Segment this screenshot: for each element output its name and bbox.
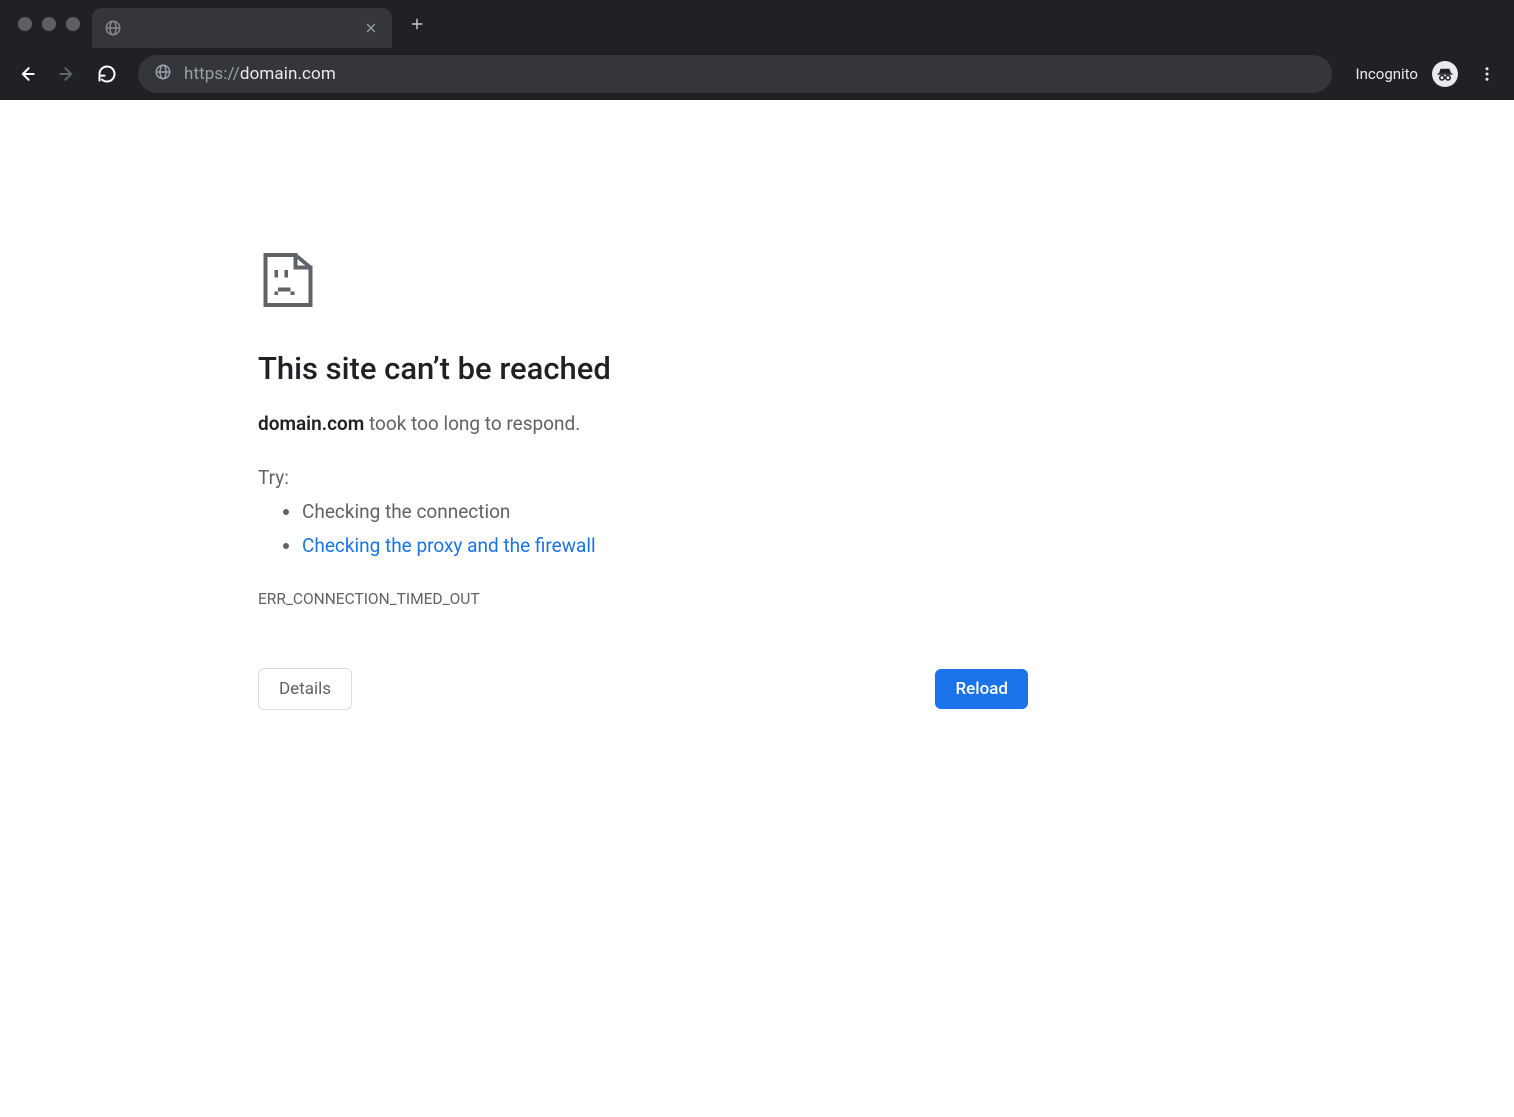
button-row: Details Reload: [258, 668, 1028, 710]
toolbar: https://domain.com Incognito: [0, 48, 1514, 100]
incognito-icon[interactable]: [1432, 61, 1458, 87]
details-button[interactable]: Details: [258, 668, 352, 710]
reload-button[interactable]: [90, 57, 124, 91]
try-label: Try:: [258, 466, 1028, 489]
reload-page-button[interactable]: Reload: [935, 669, 1028, 709]
window-maximize-button[interactable]: [66, 17, 80, 31]
error-host: domain.com: [258, 412, 364, 435]
url-text: https://domain.com: [184, 64, 336, 84]
address-bar[interactable]: https://domain.com: [138, 55, 1332, 93]
url-domain: domain.com: [240, 64, 336, 84]
suggestion-item: Checking the proxy and the firewall: [302, 529, 1028, 562]
browser-chrome: https://domain.com Incognito: [0, 0, 1514, 100]
page-content: This site can’t be reached domain.com to…: [0, 100, 1514, 710]
globe-icon: [154, 63, 172, 85]
tab-strip: [0, 0, 1514, 48]
error-title: This site can’t be reached: [258, 350, 1028, 387]
globe-icon: [104, 19, 122, 37]
error-message-suffix: took too long to respond.: [364, 412, 580, 435]
back-button[interactable]: [10, 57, 44, 91]
close-icon[interactable]: [362, 19, 380, 37]
suggestion-list: Checking the connection Checking the pro…: [258, 495, 1028, 562]
proxy-firewall-link[interactable]: Checking the proxy and the firewall: [302, 534, 596, 557]
window-controls: [10, 17, 92, 31]
url-scheme: https://: [184, 64, 240, 84]
sad-page-icon: [258, 250, 318, 310]
forward-button[interactable]: [50, 57, 84, 91]
suggestion-text: Checking the connection: [302, 500, 510, 523]
incognito-label: Incognito: [1356, 65, 1418, 83]
kebab-menu-icon[interactable]: [1470, 57, 1504, 91]
window-minimize-button[interactable]: [42, 17, 56, 31]
error-code: ERR_CONNECTION_TIMED_OUT: [258, 590, 1028, 608]
window-close-button[interactable]: [18, 17, 32, 31]
browser-tab[interactable]: [92, 8, 392, 48]
suggestion-item: Checking the connection: [302, 495, 1028, 528]
new-tab-button[interactable]: [402, 9, 432, 39]
error-container: This site can’t be reached domain.com to…: [258, 250, 1028, 710]
error-message: domain.com took too long to respond.: [258, 409, 1028, 438]
